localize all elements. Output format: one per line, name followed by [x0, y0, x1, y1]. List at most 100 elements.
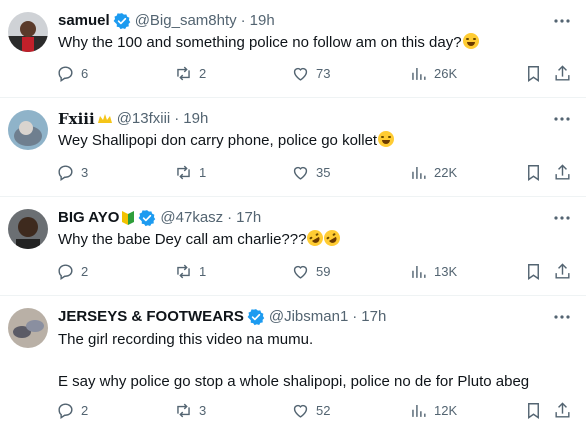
avatar[interactable]: [8, 308, 48, 348]
timestamp[interactable]: 19h: [183, 109, 208, 129]
more-options-icon[interactable]: [552, 208, 572, 228]
share-button[interactable]: [553, 401, 572, 420]
view-count: 13K: [434, 264, 458, 279]
views-button[interactable]: 12K: [409, 401, 457, 420]
tweet[interactable]: JERSEYS & FOOTWEARS @Jibsman1 · 17h The …: [0, 296, 586, 439]
reply-button[interactable]: 2: [56, 401, 88, 420]
avatar[interactable]: [8, 110, 48, 150]
like-button[interactable]: 35: [291, 163, 330, 182]
share-button[interactable]: [553, 163, 572, 182]
bookmark-icon: [528, 264, 539, 280]
heart-icon: [293, 265, 308, 279]
tweet-text: Why the 100 and something police no foll…: [58, 34, 462, 51]
reply-icon: [58, 165, 73, 181]
face-with-tears-of-joy-icon: [378, 131, 395, 147]
tweet-text: Wey Shallipopi don carry phone, police g…: [58, 132, 378, 149]
repost-icon: [177, 403, 190, 418]
views-chart-icon: [412, 404, 426, 417]
views-chart-icon: [412, 166, 426, 179]
author-name[interactable]: BIG AYO: [58, 208, 119, 228]
like-button[interactable]: 59: [291, 262, 330, 281]
repost-count: 3: [199, 403, 207, 418]
avatar[interactable]: [8, 12, 48, 52]
timestamp[interactable]: 17h: [361, 307, 386, 327]
views-chart-icon: [412, 265, 426, 278]
separator-dot: ·: [352, 308, 358, 325]
repost-button[interactable]: 2: [174, 64, 206, 83]
more-options-icon[interactable]: [552, 11, 572, 31]
bookmark-button[interactable]: [524, 401, 543, 420]
author-handle[interactable]: @Big_sam8hty: [135, 11, 237, 31]
reply-icon: [58, 66, 73, 82]
repost-button[interactable]: 1: [174, 163, 206, 182]
more-options-icon[interactable]: [552, 307, 572, 327]
reply-button[interactable]: 2: [56, 262, 88, 281]
crown-emoji-icon: [97, 113, 113, 125]
reply-button[interactable]: 6: [56, 64, 88, 83]
verified-badge-icon: [113, 12, 131, 30]
heart-icon: [293, 67, 308, 81]
views-button[interactable]: 22K: [409, 163, 457, 182]
heart-icon: [293, 404, 308, 418]
view-count: 26K: [434, 66, 458, 81]
rolling-on-the-floor-laughing-icon: [321, 227, 344, 249]
share-button[interactable]: [553, 262, 572, 281]
avatar[interactable]: [8, 209, 48, 249]
tweet-text: The girl recording this video na mumu.: [58, 331, 314, 348]
view-count: 22K: [434, 165, 458, 180]
reply-count: 6: [81, 66, 89, 81]
like-count: 73: [316, 66, 331, 81]
share-button[interactable]: [553, 64, 572, 83]
timestamp[interactable]: 17h: [236, 208, 261, 228]
repost-count: 1: [199, 165, 207, 180]
tweet[interactable]: Fxiii @13fxiii · 19h Wey Shallipopi don …: [0, 98, 586, 197]
timestamp[interactable]: 19h: [250, 11, 275, 31]
like-button[interactable]: 73: [291, 64, 330, 83]
action-bar: 3 1 35 22K: [0, 163, 586, 187]
separator-dot: ·: [240, 12, 246, 29]
share-icon: [555, 65, 570, 81]
share-icon: [555, 402, 570, 418]
author-handle[interactable]: @47kasz: [160, 208, 223, 228]
face-with-tears-of-joy-icon: [462, 33, 479, 49]
heart-icon: [293, 166, 308, 180]
bookmark-icon: [528, 403, 539, 419]
repost-count: 2: [199, 66, 207, 81]
author-handle[interactable]: @Jibsman1: [269, 307, 348, 327]
author-name[interactable]: Fxiii: [58, 109, 95, 129]
repost-icon: [177, 165, 190, 180]
author-handle[interactable]: @13fxiii: [117, 109, 171, 129]
reply-icon: [58, 403, 73, 419]
reply-feed: samuel @Big_sam8hty · 19h Why the 100 an…: [0, 0, 586, 439]
action-bar: 2 3 52 12K: [0, 401, 586, 425]
reply-count: 2: [81, 403, 89, 418]
like-count: 35: [316, 165, 331, 180]
tweet[interactable]: BIG AYO @47kasz · 17h Why the babe Dey c…: [0, 197, 586, 296]
verified-badge-icon: [138, 209, 156, 227]
bookmark-button[interactable]: [524, 64, 543, 83]
bookmark-icon: [528, 66, 539, 82]
tweet[interactable]: samuel @Big_sam8hty · 19h Why the 100 an…: [0, 0, 586, 98]
separator-dot: ·: [174, 110, 180, 127]
tweet-text-line: Why the 100 and something police no foll…: [58, 33, 479, 53]
more-options-icon[interactable]: [552, 109, 572, 129]
like-button[interactable]: 52: [291, 401, 330, 420]
views-button[interactable]: 26K: [409, 64, 457, 83]
repost-button[interactable]: 1: [174, 262, 206, 281]
view-count: 12K: [434, 403, 458, 418]
views-button[interactable]: 13K: [409, 262, 457, 281]
repost-button[interactable]: 3: [174, 401, 206, 420]
author-name[interactable]: JERSEYS & FOOTWEARS: [58, 307, 244, 327]
reply-count: 2: [81, 264, 89, 279]
bookmark-button[interactable]: [524, 262, 543, 281]
action-bar: 2 1 59 13K: [0, 262, 586, 286]
action-bar: 6 2 73 26K: [0, 64, 586, 88]
bookmark-icon: [528, 165, 539, 181]
reply-button[interactable]: 3: [56, 163, 88, 182]
like-count: 52: [316, 403, 331, 418]
repost-count: 1: [199, 264, 207, 279]
share-icon: [555, 263, 570, 279]
author-name[interactable]: samuel: [58, 11, 110, 31]
bookmark-button[interactable]: [524, 163, 543, 182]
tweet-text-line: Wey Shallipopi don carry phone, police g…: [58, 131, 395, 151]
